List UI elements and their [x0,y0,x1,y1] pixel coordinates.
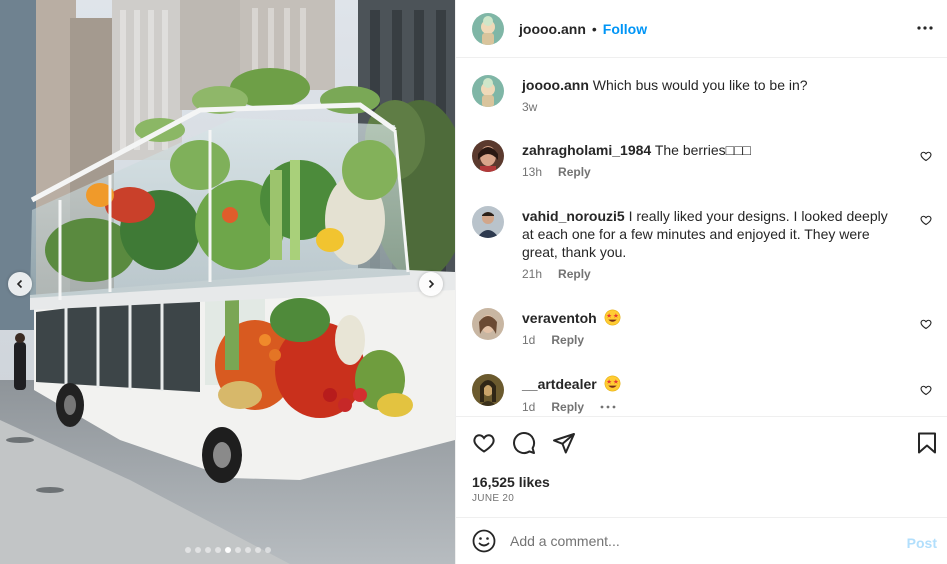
author-username[interactable]: joooo.ann [519,21,586,37]
like-heart-icon[interactable] [472,431,496,455]
comment-like-icon[interactable] [920,384,932,396]
comment-text: The berries□□□ [654,142,751,158]
post-header: joooo.ann • Follow [456,0,947,58]
commenter-avatar[interactable] [472,206,504,238]
commenter-avatar[interactable] [472,140,504,172]
carousel-dot [264,547,271,553]
previous-image-button[interactable] [8,272,32,296]
caption-username[interactable]: joooo.ann [522,77,589,93]
carousel-dot [224,547,231,553]
chevron-left-icon [16,279,23,289]
carousel-dot [214,547,221,553]
comment-options-icon[interactable] [600,404,616,410]
next-image-button[interactable] [419,272,443,296]
commenter-avatar[interactable] [472,374,504,406]
add-comment-input[interactable] [510,533,890,549]
carousel-dot [244,547,251,553]
comment-time[interactable]: 13h [522,165,542,179]
chevron-right-icon [428,279,435,289]
star-struck-emoji-icon [604,309,620,326]
post-dialog: joooo.ann • Follow joooo.ann Which bus w… [0,0,947,564]
star-struck-emoji-icon [604,375,621,392]
comment-time[interactable]: 1d [522,400,535,414]
caption-text: Which bus would you like to be in? [592,77,808,93]
reply-button[interactable]: Reply [558,165,591,179]
follow-button[interactable]: Follow [603,21,647,37]
more-options-icon[interactable] [917,18,933,38]
caption-time[interactable]: 3w [522,100,537,114]
comment-like-icon[interactable] [920,150,932,162]
comment-username[interactable]: __artdealer [522,376,597,392]
comments-list[interactable]: joooo.ann Which bus would you like to be… [456,59,947,416]
comment-composer: Post [456,517,947,564]
post-date[interactable]: JUNE 20 [472,493,514,504]
send-icon[interactable] [552,431,576,455]
commenter-avatar[interactable] [472,308,504,340]
carousel-dot [184,547,191,553]
comment-username[interactable]: zahragholami_1984 [522,142,651,158]
comment-like-icon[interactable] [920,214,932,226]
carousel-dot [254,547,261,553]
reply-button[interactable]: Reply [551,400,584,414]
comment-time[interactable]: 1d [522,333,535,347]
bookmark-icon[interactable] [915,431,939,455]
post-media [0,0,455,564]
caption-avatar[interactable] [472,75,504,107]
reply-button[interactable]: Reply [551,333,584,347]
post-image [0,0,455,564]
post-sidebar: joooo.ann • Follow joooo.ann Which bus w… [455,0,947,564]
post-comment-button[interactable]: Post [907,535,937,551]
reply-button[interactable]: Reply [558,267,591,281]
carousel-dot [234,547,241,553]
separator-dot: • [591,20,597,37]
comment-username[interactable]: veraventoh [522,310,597,326]
comment-time[interactable]: 21h [522,267,542,281]
post-actions: 16,525 likes JUNE 20 [456,416,947,518]
emoji-smiley-icon[interactable] [472,529,496,553]
carousel-indicator [0,547,455,553]
comment-like-icon[interactable] [920,318,932,330]
comment-username[interactable]: vahid_norouzi5 [522,208,625,224]
comment-icon[interactable] [512,431,536,455]
likes-count[interactable]: 16,525 likes [472,474,550,490]
author-avatar[interactable] [472,12,504,45]
carousel-dot [194,547,201,553]
carousel-dot [204,547,211,553]
